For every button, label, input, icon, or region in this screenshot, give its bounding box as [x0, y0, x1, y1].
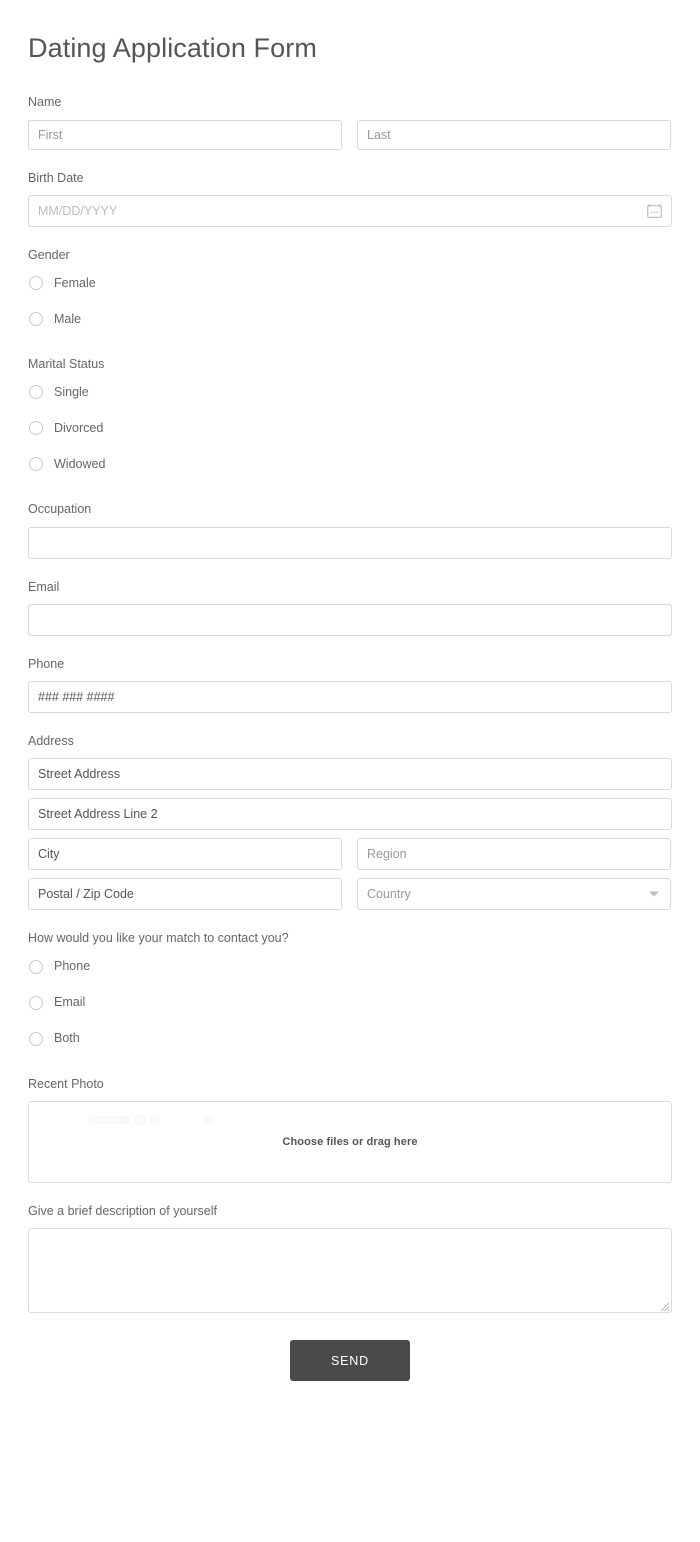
description-textarea[interactable] [28, 1228, 672, 1314]
phone-input[interactable] [28, 681, 672, 714]
postal-code-input[interactable] [28, 878, 342, 911]
description-field-group: Give a brief description of yourself [28, 1203, 672, 1314]
radio-option-label: Phone [54, 959, 91, 974]
file-dropzone[interactable]: Choose files or drag here [28, 1100, 672, 1183]
gender-label: Gender [28, 247, 70, 262]
radio-option-label: Female [54, 275, 96, 290]
radio-option-label: Both [54, 1031, 80, 1046]
radio-circle-icon[interactable] [29, 276, 43, 291]
marital-status-field-group: Marital Status Single Divorced Widowed [28, 356, 672, 475]
contact-preference-label: How would you like your match to contact… [28, 931, 289, 946]
page-title: Dating Application Form [28, 33, 317, 63]
gender-radio-group: Female Male [28, 272, 672, 330]
occupation-label: Occupation [28, 502, 92, 517]
radio-circle-icon[interactable] [29, 385, 43, 400]
birth-date-input[interactable] [28, 194, 672, 227]
occupation-field-group: Occupation [28, 501, 672, 559]
radio-option-label: Email [54, 995, 86, 1010]
birth-date-label: Birth Date [28, 170, 84, 185]
radio-circle-icon[interactable] [29, 457, 43, 472]
marital-status-radio-group: Single Divorced Widowed [28, 381, 672, 475]
contact-preference-field-group: How would you like your match to contact… [28, 930, 672, 1049]
recent-photo-label: Recent Photo [28, 1076, 104, 1091]
hidden-file-input-ghost [37, 1112, 214, 1128]
radio-circle-icon[interactable] [29, 995, 43, 1010]
email-label: Email [28, 579, 60, 594]
first-name-input[interactable] [28, 119, 342, 150]
contact-preference-radio-group: Phone Email Both [28, 956, 672, 1050]
gender-field-group: Gender Female Male [28, 247, 672, 330]
birth-date-field-group: Birth Date [28, 170, 672, 227]
marital-status-label: Marital Status [28, 357, 105, 372]
street-address-input[interactable] [28, 758, 672, 791]
address-label: Address [28, 734, 74, 749]
radio-circle-icon[interactable] [29, 1031, 43, 1046]
country-select[interactable] [357, 878, 671, 911]
phone-label: Phone [28, 656, 65, 671]
radio-option-label: Widowed [54, 457, 106, 472]
radio-option-male[interactable]: Male [28, 308, 672, 330]
name-label: Name [28, 95, 62, 110]
radio-option-contact-email[interactable]: Email [28, 992, 672, 1014]
city-input[interactable] [28, 838, 342, 871]
radio-option-label: Single [54, 385, 89, 400]
recent-photo-field-group: Recent Photo Choose files or drag here [28, 1076, 672, 1183]
name-field-group: Name [28, 94, 672, 150]
email-input[interactable] [28, 603, 672, 636]
radio-option-label: Divorced [54, 421, 104, 436]
street-address-line2-input[interactable] [28, 798, 672, 831]
radio-circle-icon[interactable] [29, 421, 43, 436]
radio-circle-icon[interactable] [29, 312, 43, 327]
radio-option-single[interactable]: Single [28, 381, 672, 403]
radio-option-widowed[interactable]: Widowed [28, 453, 672, 475]
phone-field-group: Phone [28, 656, 672, 714]
radio-option-contact-phone[interactable]: Phone [28, 956, 672, 978]
address-field-group: Address [28, 733, 672, 911]
radio-circle-icon[interactable] [29, 959, 43, 974]
email-field-group: Email [28, 579, 672, 636]
radio-option-divorced[interactable]: Divorced [28, 417, 672, 439]
description-label: Give a brief description of yourself [28, 1203, 217, 1218]
radio-option-female[interactable]: Female [28, 272, 672, 294]
last-name-input[interactable] [357, 119, 671, 150]
occupation-input[interactable] [28, 526, 672, 559]
radio-option-label: Male [54, 311, 82, 326]
submit-area: SEND [28, 1340, 672, 1382]
dating-application-form: Dating Application Form Name Birth Date [0, 0, 700, 1382]
send-button[interactable]: SEND [290, 1340, 410, 1382]
dropzone-text: Choose files or drag here [282, 1135, 418, 1148]
region-input[interactable] [357, 838, 671, 871]
radio-option-contact-both[interactable]: Both [28, 1028, 672, 1050]
